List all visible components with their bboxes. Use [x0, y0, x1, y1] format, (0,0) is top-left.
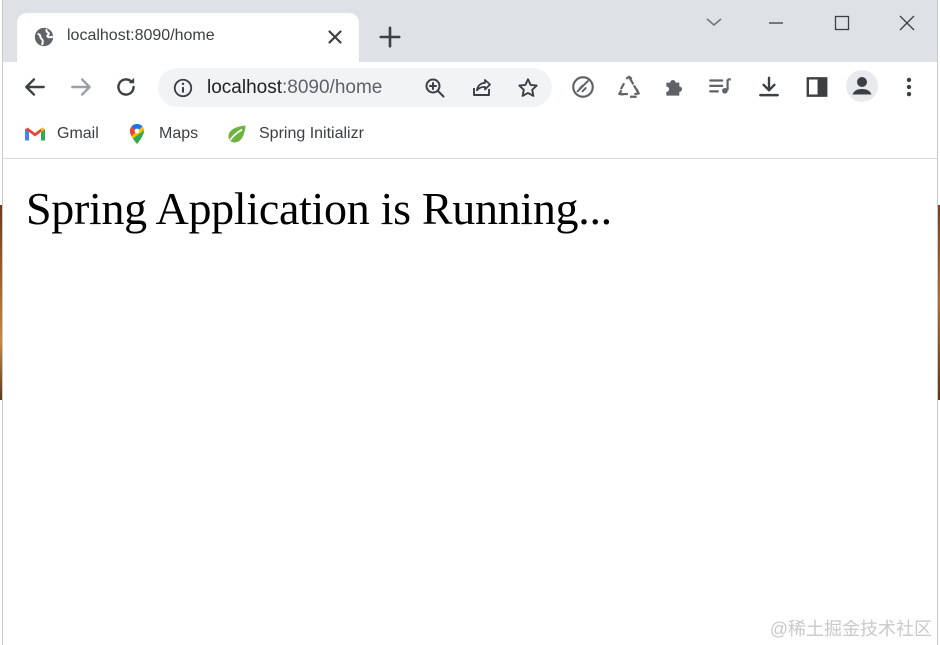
- recycle-icon[interactable]: [616, 74, 642, 100]
- forward-arrow-icon[interactable]: [68, 74, 94, 100]
- address-bar[interactable]: localhost:8090/home: [158, 68, 552, 107]
- info-icon[interactable]: [172, 77, 194, 99]
- page-content: Spring Application is Running...: [3, 160, 937, 645]
- bookmark-gmail[interactable]: Gmail: [23, 122, 99, 146]
- globe-icon: [34, 27, 54, 47]
- watermark-text: @稀土掘金技术社区: [769, 619, 932, 639]
- star-icon[interactable]: [516, 76, 540, 100]
- share-icon[interactable]: [470, 76, 494, 100]
- url-host: localhost: [207, 77, 282, 98]
- close-icon[interactable]: [323, 25, 347, 49]
- page-heading: Spring Application is Running...: [26, 183, 612, 234]
- url-text[interactable]: localhost:8090/home: [207, 77, 382, 99]
- browser-window: localhost:8090/home localhost:8090/home …: [2, 0, 938, 645]
- bookmark-maps[interactable]: Maps: [125, 122, 198, 146]
- tab-active[interactable]: localhost:8090/home: [17, 13, 359, 62]
- profile-avatar[interactable]: [846, 70, 878, 102]
- bookmark-label-gmail: Gmail: [57, 125, 99, 142]
- window-close-icon[interactable]: [892, 10, 922, 36]
- tab-strip: localhost:8090/home: [3, 0, 937, 62]
- toolbar: localhost:8090/home: [3, 62, 937, 112]
- gmail-icon: [25, 127, 45, 141]
- kebab-menu-icon[interactable]: [896, 74, 922, 100]
- media-queue-icon[interactable]: [707, 74, 733, 100]
- bookmark-label-spring-initializr: Spring Initializr: [259, 125, 364, 142]
- person-icon: [852, 77, 872, 95]
- reload-icon[interactable]: [113, 74, 139, 100]
- plus-icon[interactable]: [377, 24, 403, 50]
- back-arrow-icon[interactable]: [22, 74, 48, 100]
- chevron-down-icon[interactable]: [699, 10, 729, 36]
- bookmark-spring-initializr[interactable]: Spring Initializr: [225, 122, 364, 146]
- download-icon[interactable]: [756, 74, 782, 100]
- minimize-icon[interactable]: [761, 10, 791, 36]
- side-panel-icon[interactable]: [804, 74, 830, 100]
- puzzle-icon[interactable]: [662, 74, 688, 100]
- bookmarks-bar: Gmail Maps Spring Initializr: [3, 112, 937, 159]
- zoom-in-icon[interactable]: [423, 76, 447, 100]
- extension-no-sign-icon[interactable]: [570, 74, 596, 100]
- spring-leaf-icon: [228, 125, 246, 143]
- tab-title: localhost:8090/home: [67, 27, 215, 44]
- maps-pin-icon: [129, 123, 144, 144]
- bookmark-label-maps: Maps: [159, 125, 199, 142]
- url-path: :8090/home: [282, 77, 383, 98]
- maximize-icon[interactable]: [827, 10, 857, 36]
